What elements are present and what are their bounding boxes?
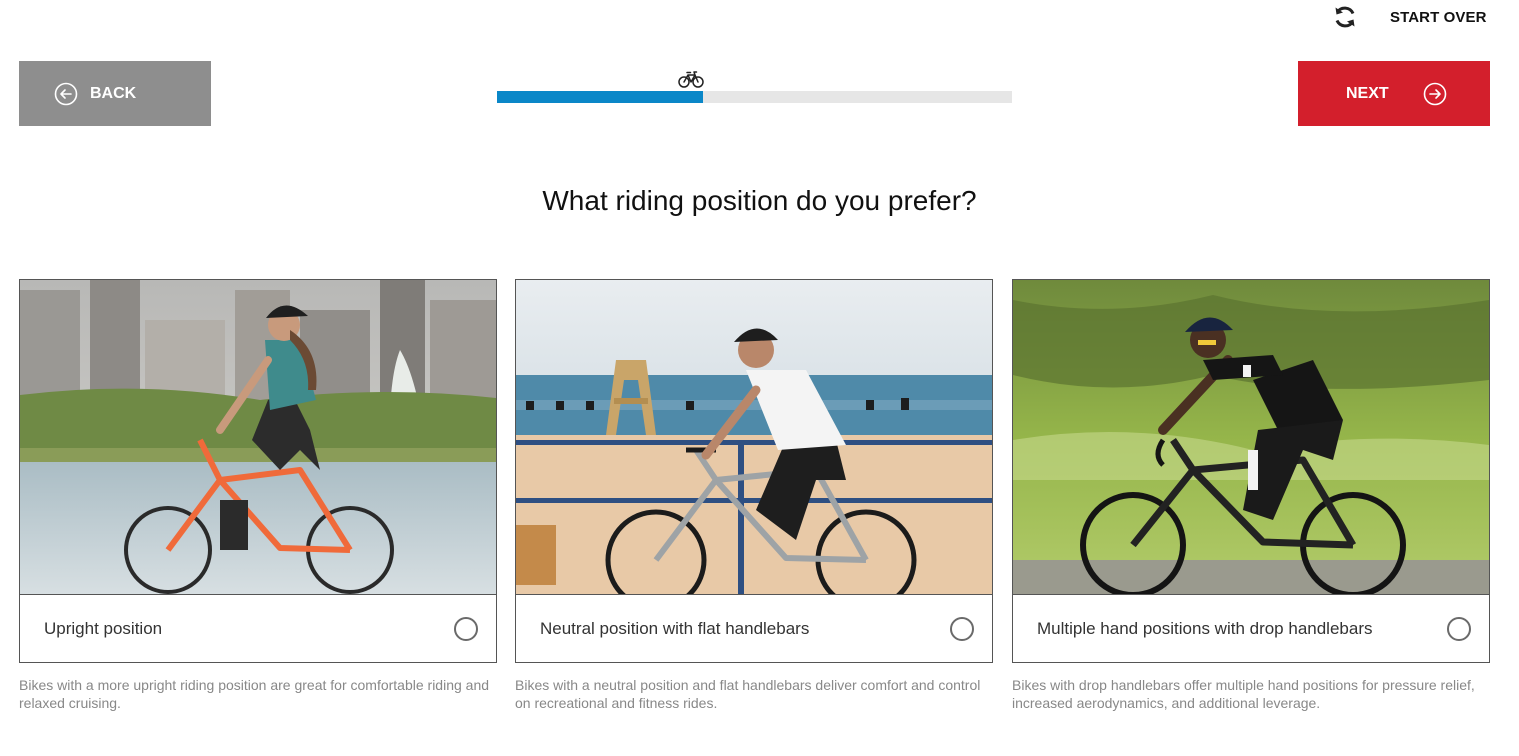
- option-radio[interactable]: [1447, 617, 1471, 641]
- option-row[interactable]: Multiple hand positions with drop handle…: [1013, 594, 1489, 662]
- next-label: NEXT: [1346, 84, 1389, 102]
- arrow-right-circle-icon: [1423, 82, 1447, 106]
- start-over-label: START OVER: [1390, 8, 1487, 26]
- option-card-drop[interactable]: Multiple hand positions with drop handle…: [1012, 279, 1490, 663]
- option-label: Neutral position with flat handlebars: [540, 619, 810, 638]
- option-radio[interactable]: [454, 617, 478, 641]
- drop-bar-bike-photo: [1013, 280, 1489, 594]
- option-radio[interactable]: [950, 617, 974, 641]
- back-label: BACK: [90, 84, 137, 102]
- next-button[interactable]: NEXT: [1298, 61, 1490, 126]
- start-over-button[interactable]: START OVER: [1332, 3, 1487, 31]
- arrow-left-circle-icon: [54, 82, 78, 106]
- upright-bike-photo: [20, 280, 496, 594]
- refresh-icon: [1332, 4, 1358, 30]
- option-label: Upright position: [44, 619, 163, 638]
- option-row[interactable]: Upright position: [20, 594, 496, 662]
- option-label: Multiple hand positions with drop handle…: [1037, 619, 1373, 638]
- option-description: Bikes with a more upright riding positio…: [19, 677, 490, 711]
- option-row[interactable]: Neutral position with flat handlebars: [516, 594, 992, 662]
- progress-fill: [497, 91, 703, 103]
- flat-bar-bike-photo: [516, 280, 992, 594]
- option-description: Bikes with a neutral position and flat h…: [515, 677, 981, 711]
- progress-track: [497, 91, 1012, 103]
- option-card-neutral[interactable]: Neutral position with flat handlebars: [515, 279, 993, 663]
- back-button[interactable]: BACK: [19, 61, 211, 126]
- option-card-upright[interactable]: Upright position: [19, 279, 497, 663]
- option-description: Bikes with drop handlebars offer multipl…: [1012, 677, 1475, 711]
- bicycle-icon: [678, 69, 704, 89]
- question-heading: What riding position do you prefer?: [542, 185, 977, 216]
- progress-bar: [497, 69, 1012, 104]
